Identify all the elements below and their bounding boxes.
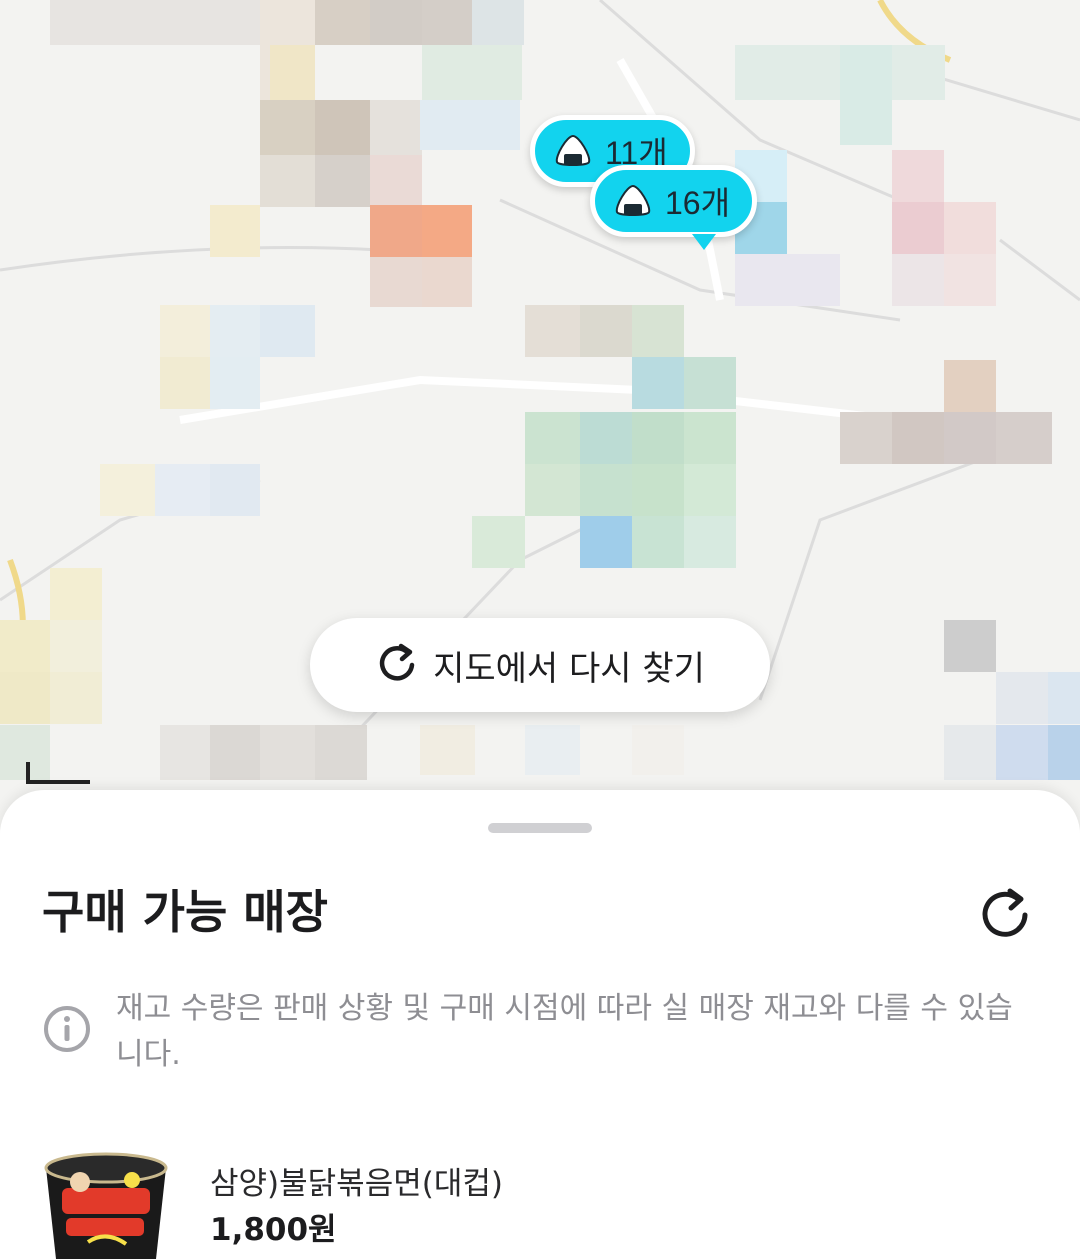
rice-ball-icon (551, 133, 595, 169)
store-cluster-marker[interactable]: 16개 (590, 165, 758, 250)
product-item[interactable]: 삼양)불닭볶음면(대컵) 1,800원 (40, 1150, 1040, 1259)
store-list-sheet: 구매 가능 매장 재고 수량은 판매 상황 및 구매 시점에 따라 실 매장 재… (0, 790, 1080, 1259)
marker-count: 16개 (665, 185, 731, 221)
refresh-icon (976, 884, 1034, 946)
product-price: 1,800원 (210, 1212, 337, 1248)
screen: 11개 16개 지도에서 다시 찾기 구매 가능 매장 재고 수량은 판매 상황… (0, 0, 1080, 1259)
sheet-title: 구매 가능 매장 (42, 885, 328, 939)
refresh-icon (375, 641, 419, 689)
rice-ball-icon (611, 183, 655, 219)
product-image (40, 1150, 172, 1259)
refresh-button[interactable] (972, 882, 1038, 948)
sheet-drag-handle[interactable] (488, 823, 592, 833)
map-scale-bar (26, 762, 90, 784)
search-again-on-map-button[interactable]: 지도에서 다시 찾기 (310, 618, 770, 712)
stock-notice-text: 재고 수량은 판매 상황 및 구매 시점에 따라 실 매장 재고와 다를 수 있… (116, 991, 1013, 1072)
map-view[interactable]: 11개 16개 지도에서 다시 찾기 (0, 0, 1080, 830)
info-icon (42, 1004, 92, 1054)
search-again-label: 지도에서 다시 찾기 (433, 648, 705, 689)
product-name: 삼양)불닭볶음면(대컵) (210, 1166, 503, 1202)
